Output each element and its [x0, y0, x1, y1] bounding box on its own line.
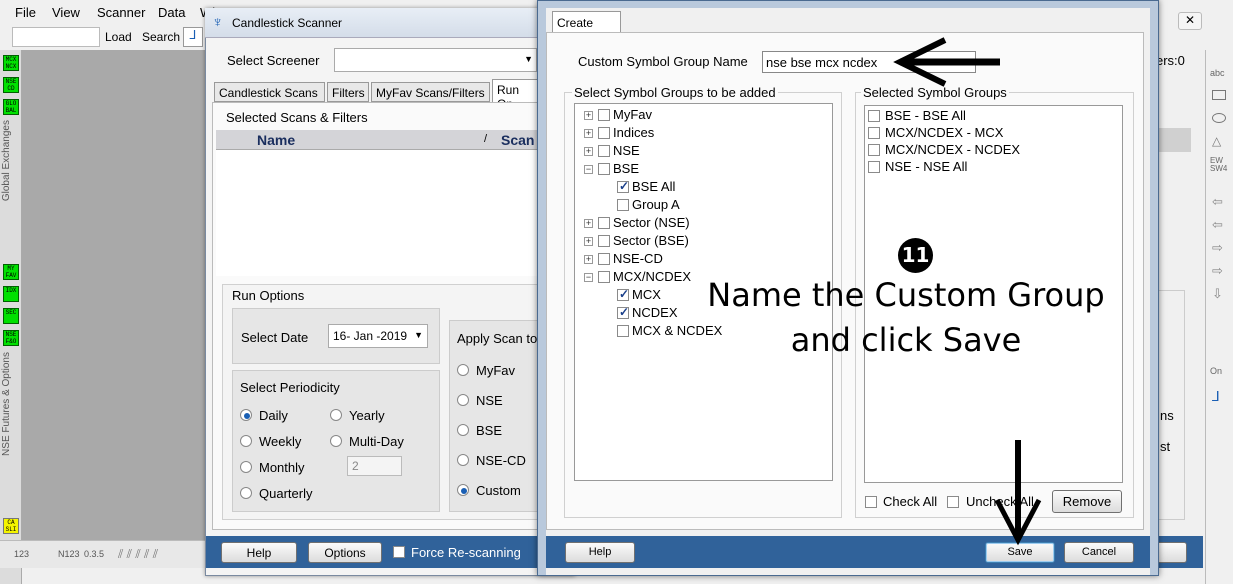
annotation-line-2: and click Save — [790, 321, 1022, 359]
left-pointing-arrow-icon — [893, 37, 1000, 87]
down-pointing-arrow-icon — [994, 440, 1042, 546]
annotation-line-1: Name the Custom Group — [707, 276, 1105, 314]
step-number-badge: 11 — [898, 238, 933, 273]
